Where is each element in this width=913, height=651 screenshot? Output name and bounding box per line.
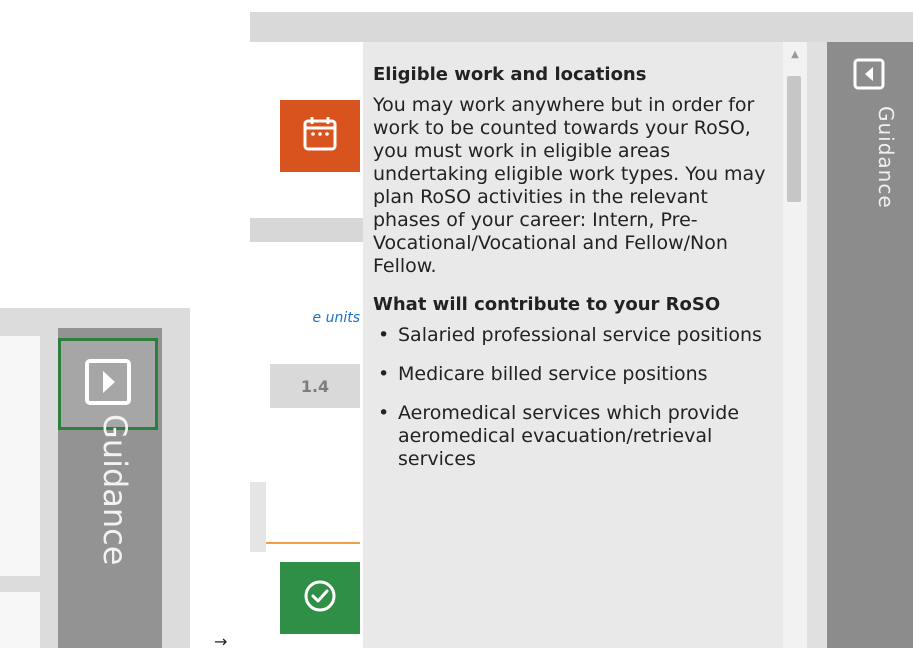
- guidance-content: Eligible work and locations You may work…: [373, 64, 768, 487]
- panel-gap: [807, 42, 827, 648]
- section-divider: [250, 218, 363, 242]
- guidance-rail[interactable]: Guidance: [827, 42, 913, 648]
- guidance-scrollbar[interactable]: ▲: [783, 42, 807, 648]
- collapsed-guidance-label-text: Guidance: [96, 414, 134, 566]
- collapsed-guidance-label[interactable]: Guidance: [84, 414, 134, 594]
- left-panel-area: [0, 336, 40, 576]
- units-link[interactable]: e units: [250, 310, 360, 326]
- scroll-thumb[interactable]: [787, 76, 801, 202]
- confirm-button[interactable]: [280, 562, 360, 634]
- guidance-heading-eligible: Eligible work and locations: [373, 64, 647, 85]
- transition-arrow: →: [214, 632, 228, 651]
- guidance-rail-label-text: Guidance: [874, 106, 898, 209]
- calendar-icon: [299, 113, 341, 159]
- app-window-crop: e units 1.4 Eligible work and locations …: [250, 12, 913, 648]
- guidance-paragraph: You may work anywhere but in order for w…: [373, 94, 766, 277]
- guidance-panel: Eligible work and locations You may work…: [363, 42, 783, 648]
- input-field[interactable]: [266, 482, 360, 544]
- panel-toggle-left-icon[interactable]: [853, 58, 885, 90]
- top-strip: [250, 12, 913, 42]
- guidance-bullet: Medicare billed service positions: [378, 363, 768, 386]
- left-panel-area-lower: [0, 592, 40, 648]
- collapsed-guidance-rail[interactable]: Guidance: [58, 328, 162, 648]
- guidance-bullet: Aeromedical services which provide aerom…: [378, 402, 768, 471]
- guidance-bullet-list: Salaried professional service positions …: [373, 324, 768, 471]
- panel-toggle-right-icon: [81, 355, 135, 413]
- left-edge: [250, 482, 266, 552]
- calendar-button[interactable]: [280, 100, 360, 172]
- guidance-heading-contribute: What will contribute to your RoSO: [373, 294, 721, 315]
- guidance-rail-label[interactable]: Guidance: [842, 106, 898, 246]
- guidance-bullet: Salaried professional service positions: [378, 324, 768, 347]
- check-circle-icon: [299, 575, 341, 621]
- scroll-up-arrow-icon[interactable]: ▲: [783, 46, 807, 62]
- collapsed-guidance-crop: Guidance: [0, 308, 190, 648]
- value-chip: 1.4: [270, 364, 360, 408]
